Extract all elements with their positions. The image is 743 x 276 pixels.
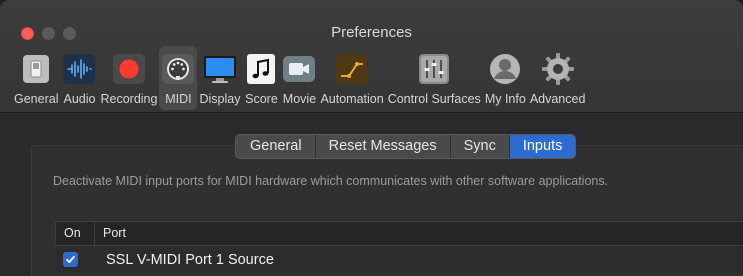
tab-general[interactable]: General <box>236 135 315 158</box>
inputs-description: Deactivate MIDI input ports for MIDI har… <box>53 174 609 188</box>
toolbar-item-my-info[interactable]: My Info <box>483 46 528 110</box>
title-bar: Preferences General Audio Recording MIDI… <box>0 0 743 113</box>
toolbar-item-control-surfaces[interactable]: Control Surfaces <box>386 46 483 110</box>
preferences-toolbar: General Audio Recording MIDI Display Sco… <box>12 46 587 110</box>
checkmark-icon <box>66 255 75 263</box>
toolbar-label: Recording <box>100 92 158 106</box>
toolbar-item-general[interactable]: General <box>12 46 60 110</box>
automation-curve-icon <box>335 52 369 86</box>
toolbar-label: Automation <box>320 92 384 106</box>
toolbar-label: Advanced <box>529 92 586 106</box>
window-title: Preferences <box>331 24 412 41</box>
display-monitor-icon <box>203 52 237 86</box>
midi-port-icon <box>161 52 195 86</box>
preferences-window: Preferences General Audio Recording MIDI… <box>0 0 743 276</box>
tab-sync[interactable]: Sync <box>449 135 509 158</box>
gear-icon <box>541 52 575 86</box>
audio-waveform-icon <box>62 52 96 86</box>
general-switch-icon <box>19 52 53 86</box>
toolbar-label: MIDI <box>165 92 192 106</box>
toolbar-item-automation[interactable]: Automation <box>318 46 385 110</box>
toolbar-item-recording[interactable]: Recording <box>98 46 159 110</box>
toolbar-label: Control Surfaces <box>387 92 481 106</box>
toolbar-label: Display <box>199 92 241 106</box>
toolbar-item-audio[interactable]: Audio <box>60 46 98 110</box>
toolbar-item-midi[interactable]: MIDI <box>159 46 198 110</box>
port-enabled-checkbox[interactable] <box>63 252 78 267</box>
faders-icon <box>417 52 451 86</box>
video-camera-icon <box>282 52 316 86</box>
tab-inputs[interactable]: Inputs <box>508 135 576 158</box>
toolbar-item-score[interactable]: Score <box>242 46 280 110</box>
toolbar-label: General <box>14 92 59 106</box>
table-header: On Port <box>55 221 743 246</box>
port-on-cell <box>55 252 94 267</box>
toolbar-item-advanced[interactable]: Advanced <box>528 46 588 110</box>
toolbar-label: Movie <box>282 92 317 106</box>
toolbar-label: Audio <box>63 92 96 106</box>
toolbar-item-movie[interactable]: Movie <box>280 46 318 110</box>
port-name: SSL V-MIDI Port 1 Source <box>106 251 274 268</box>
midi-tabs: General Reset Messages Sync Inputs <box>235 134 577 159</box>
record-icon <box>112 52 146 86</box>
toolbar-item-display[interactable]: Display <box>197 46 242 110</box>
column-header-on[interactable]: On <box>56 222 95 245</box>
table-row[interactable]: SSL V-MIDI Port 1 Source <box>55 246 743 273</box>
user-icon <box>488 52 522 86</box>
column-header-port[interactable]: Port <box>95 222 126 245</box>
toolbar-label: My Info <box>484 92 526 106</box>
toolbar-label: Score <box>245 92 278 106</box>
midi-input-ports-table: On Port SSL V-MIDI Port 1 Source <box>55 221 743 273</box>
music-note-icon <box>244 52 278 86</box>
tab-reset-messages[interactable]: Reset Messages <box>314 135 450 158</box>
